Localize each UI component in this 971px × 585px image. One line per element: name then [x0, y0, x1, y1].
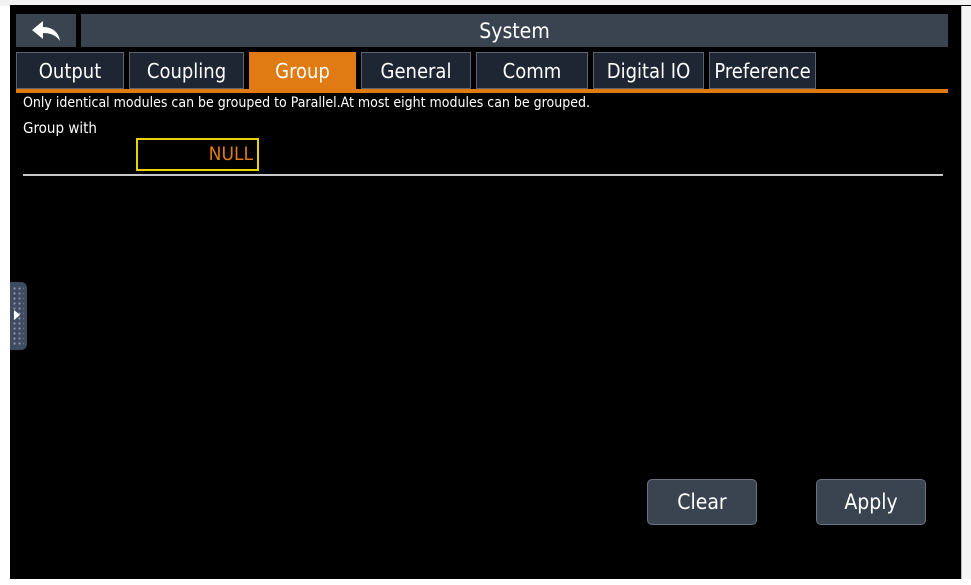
tab-label: Digital IO — [606, 58, 691, 83]
back-arrow-icon — [32, 20, 60, 41]
group-with-field[interactable]: NULL — [136, 138, 259, 171]
apply-button-label: Apply — [844, 490, 898, 514]
frame-bottom-border — [0, 579, 971, 585]
tab-label: Preference — [714, 58, 811, 83]
side-panel-handle[interactable] — [10, 282, 27, 350]
tab-label: Coupling — [146, 58, 227, 83]
tab-comm[interactable]: Comm — [476, 52, 588, 89]
clear-button-label: Clear — [677, 490, 727, 514]
clear-button[interactable]: Clear — [647, 479, 757, 525]
expand-right-icon — [14, 310, 20, 320]
device-screen: System Output Coupling Group General Com… — [10, 6, 961, 579]
tab-output[interactable]: Output — [16, 52, 124, 89]
group-with-label: Group with — [23, 119, 97, 137]
tab-digital-io[interactable]: Digital IO — [593, 52, 704, 89]
tab-preference[interactable]: Preference — [709, 52, 816, 89]
frame-right-line — [961, 6, 962, 585]
tab-label: General — [380, 58, 452, 83]
screenshot-frame: System Output Coupling Group General Com… — [0, 0, 971, 585]
tab-group[interactable]: Group — [249, 52, 356, 89]
tab-label: Output — [38, 58, 102, 83]
tab-coupling[interactable]: Coupling — [129, 52, 244, 89]
frame-right-border — [961, 6, 971, 585]
section-divider — [23, 174, 943, 176]
title-bar: System — [81, 14, 948, 47]
tab-label: Group — [275, 58, 330, 83]
page-title: System — [479, 18, 550, 43]
back-button[interactable] — [16, 14, 76, 47]
tab-label: Comm — [502, 58, 562, 83]
tab-general[interactable]: General — [361, 52, 471, 89]
apply-button[interactable]: Apply — [816, 479, 926, 525]
info-text: Only identical modules can be grouped to… — [23, 95, 590, 111]
tab-underline — [16, 89, 948, 93]
